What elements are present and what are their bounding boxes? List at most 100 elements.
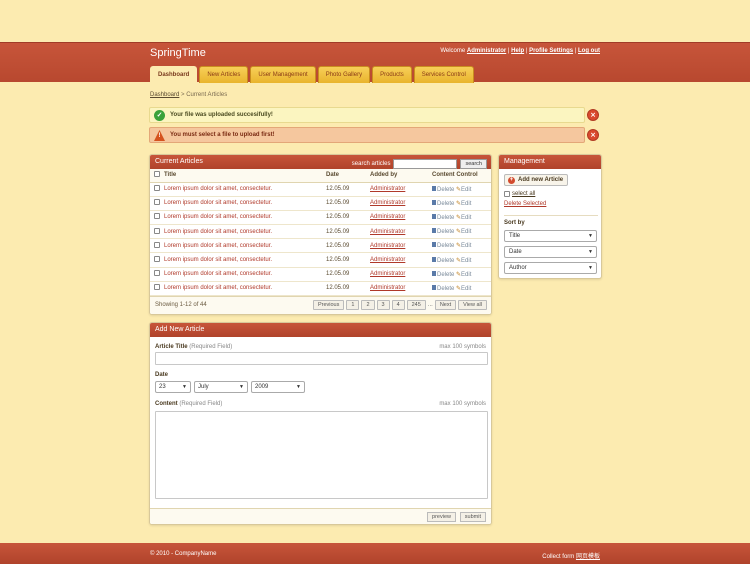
- search-input[interactable]: [393, 159, 458, 169]
- edit-link[interactable]: Edit: [461, 187, 471, 193]
- select-all-link[interactable]: select all: [512, 191, 535, 197]
- tab-user-management[interactable]: User Management: [250, 66, 316, 83]
- preview-button[interactable]: preview: [427, 512, 456, 522]
- content-control: Delete ✎Edit: [432, 224, 491, 240]
- delete-link[interactable]: Delete: [437, 201, 454, 207]
- page-2-button[interactable]: 2: [361, 300, 375, 310]
- row-checkbox[interactable]: [154, 213, 160, 220]
- article-author-link[interactable]: Administrator: [370, 200, 405, 206]
- article-author-link[interactable]: Administrator: [370, 229, 405, 235]
- edit-link[interactable]: Edit: [461, 215, 471, 221]
- max-symbols-hint: max 100 symbols: [439, 344, 486, 350]
- edit-link[interactable]: Edit: [461, 272, 471, 278]
- view-all-button[interactable]: View all: [458, 300, 487, 310]
- breadcrumb-dashboard[interactable]: Dashboard: [150, 92, 179, 98]
- close-icon[interactable]: ×: [587, 129, 599, 141]
- tab-dashboard[interactable]: Dashboard: [150, 66, 198, 83]
- row-checkbox[interactable]: [154, 227, 160, 234]
- article-title[interactable]: Lorem ipsum dolor sit amet, consectetur.: [164, 267, 326, 282]
- edit-link[interactable]: Edit: [461, 229, 471, 235]
- add-new-article-button[interactable]: + Add new Article: [504, 174, 569, 186]
- sort-date-select[interactable]: Date ▼: [504, 246, 597, 258]
- table-row: Lorem ipsum dolor sit amet, consectetur.…: [150, 196, 491, 211]
- previous-page-button[interactable]: Previous: [312, 300, 345, 310]
- brand-logo[interactable]: SpringTime: [150, 47, 206, 59]
- next-page-button[interactable]: Next: [434, 300, 457, 310]
- collect-link[interactable]: 网页模板: [576, 554, 600, 560]
- table-footer: Showing 1-12 of 44 Previous 1 2 3 4 245 …: [150, 296, 491, 314]
- col-title[interactable]: Title: [164, 169, 326, 183]
- delete-link[interactable]: Delete: [437, 243, 454, 249]
- row-checkbox[interactable]: [154, 241, 160, 248]
- label-text: Article Title: [155, 344, 188, 350]
- delete-link[interactable]: Delete: [437, 215, 454, 221]
- row-checkbox[interactable]: [154, 284, 160, 291]
- showing-count: Showing 1-12 of 44: [155, 302, 207, 308]
- tab-products[interactable]: Products: [372, 66, 412, 83]
- row-checkbox[interactable]: [154, 199, 160, 206]
- username[interactable]: Administrator: [467, 48, 506, 54]
- delete-link[interactable]: Delete: [437, 286, 454, 292]
- select-all-checkbox[interactable]: [504, 191, 510, 197]
- article-author-link[interactable]: Administrator: [370, 214, 405, 220]
- plus-icon: +: [508, 176, 515, 184]
- edit-link[interactable]: Edit: [461, 286, 471, 292]
- page-3-button[interactable]: 3: [376, 300, 390, 310]
- page-245-button[interactable]: 245: [406, 300, 426, 310]
- article-title[interactable]: Lorem ipsum dolor sit amet, consectetur.: [164, 210, 326, 226]
- profile-settings-link[interactable]: Profile Settings: [529, 48, 573, 54]
- sort-title-select[interactable]: Title ▼: [504, 230, 597, 242]
- month-select[interactable]: July ▼: [194, 381, 248, 393]
- pagination-ellipsis: ...: [427, 302, 433, 308]
- article-author-link[interactable]: Administrator: [370, 271, 405, 277]
- edit-link[interactable]: Edit: [461, 201, 471, 207]
- help-link[interactable]: Help: [511, 48, 524, 54]
- article-author-link[interactable]: Administrator: [370, 243, 405, 249]
- submit-button[interactable]: submit: [459, 512, 486, 522]
- page-4-button[interactable]: 4: [391, 300, 405, 310]
- required-hint: (Required Field): [179, 401, 223, 407]
- search-button[interactable]: search: [460, 159, 487, 169]
- article-title[interactable]: Lorem ipsum dolor sit amet, consectetur.: [164, 196, 326, 211]
- trash-icon: [432, 199, 436, 205]
- logout-link[interactable]: Log out: [578, 48, 600, 54]
- delete-link[interactable]: Delete: [437, 258, 454, 264]
- select-all-checkbox[interactable]: [154, 171, 160, 178]
- delete-selected-link[interactable]: Delete Selected: [504, 201, 546, 207]
- delete-link[interactable]: Delete: [437, 229, 454, 235]
- tab-photo-gallery[interactable]: Photo Gallery: [317, 66, 371, 83]
- article-title[interactable]: Lorem ipsum dolor sit amet, consectetur.: [164, 252, 326, 268]
- article-author-link[interactable]: Administrator: [370, 257, 405, 263]
- header-bar: SpringTime Welcome Administrator | Help …: [0, 42, 750, 83]
- success-alert: ✓ Your file was uploaded succesifully!: [149, 107, 585, 123]
- tab-services-control[interactable]: Services Control: [413, 66, 474, 83]
- article-title-input[interactable]: [155, 352, 488, 365]
- article-title[interactable]: Lorem ipsum dolor sit amet, consectetur.: [164, 182, 326, 197]
- chevron-down-icon: ▼: [239, 384, 244, 390]
- search-label: search articles: [351, 161, 391, 167]
- article-date: 12.05.09: [326, 238, 370, 254]
- article-date: 12.05.09: [326, 210, 370, 226]
- close-icon[interactable]: ×: [587, 109, 599, 121]
- row-checkbox[interactable]: [154, 270, 160, 277]
- sort-author-select[interactable]: Author ▼: [504, 262, 597, 274]
- row-checkbox[interactable]: [154, 185, 160, 192]
- article-title[interactable]: Lorem ipsum dolor sit amet, consectetur.: [164, 281, 326, 297]
- content-textarea[interactable]: [155, 411, 488, 499]
- article-title[interactable]: Lorem ipsum dolor sit amet, consectetur.: [164, 224, 326, 240]
- separator: |: [507, 48, 510, 54]
- article-author-link[interactable]: Administrator: [370, 186, 405, 192]
- tab-new-articles[interactable]: New Articles: [199, 66, 249, 83]
- row-checkbox[interactable]: [154, 256, 160, 263]
- page-1-button[interactable]: 1: [346, 300, 360, 310]
- article-author-link[interactable]: Administrator: [370, 285, 405, 291]
- edit-link[interactable]: Edit: [461, 258, 471, 264]
- table-row: Lorem ipsum dolor sit amet, consectetur.…: [150, 238, 491, 254]
- day-select[interactable]: 23 ▼: [155, 381, 191, 393]
- delete-link[interactable]: Delete: [437, 187, 454, 193]
- article-title[interactable]: Lorem ipsum dolor sit amet, consectetur.: [164, 238, 326, 254]
- select-all: select all: [504, 191, 535, 197]
- edit-link[interactable]: Edit: [461, 243, 471, 249]
- delete-link[interactable]: Delete: [437, 272, 454, 278]
- year-select[interactable]: 2009 ▼: [251, 381, 305, 393]
